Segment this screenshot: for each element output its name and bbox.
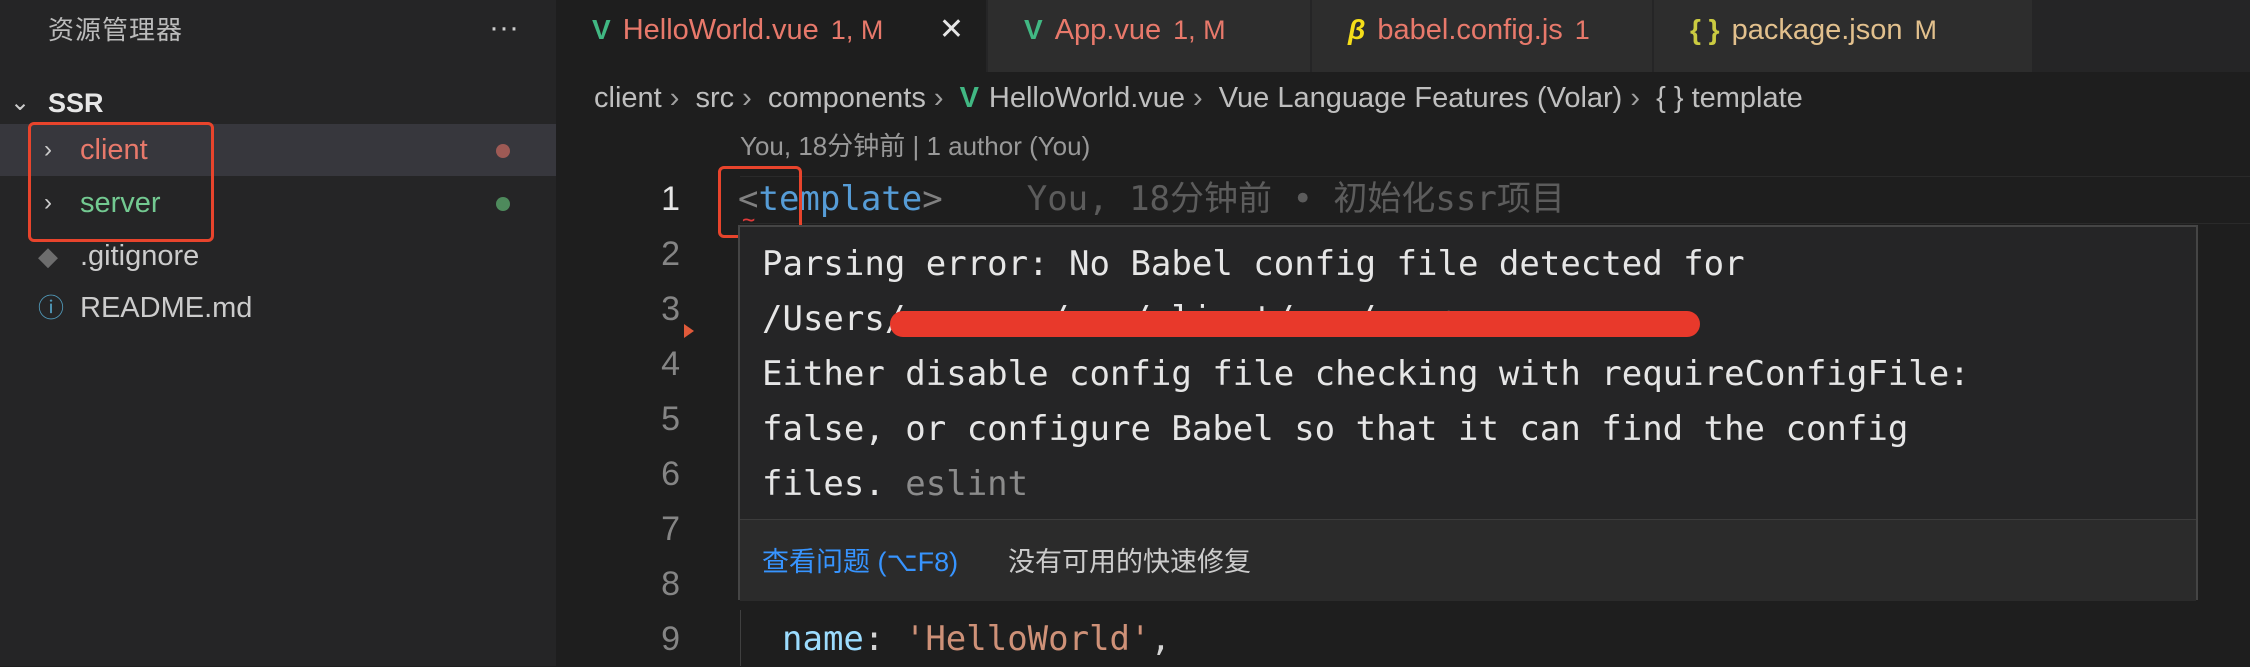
error-message-line: files.: [762, 464, 906, 504]
tab-status: 1, M: [1173, 15, 1226, 45]
redaction-mark: [890, 311, 1700, 337]
line-number: 1: [661, 180, 680, 218]
tab-label: App.vue: [1054, 14, 1162, 46]
inline-blame: You, 18分钟前 • 初始化ssr项目: [1026, 179, 1565, 219]
root-folder-label: SSR: [48, 88, 104, 118]
breadcrumb-item[interactable]: src: [695, 82, 734, 114]
tab-helloworld-vue[interactable]: V HelloWorld.vue 1, M ✕: [556, 0, 986, 72]
tree-item-label: README.md: [80, 292, 253, 324]
explorer-title: 资源管理器: [48, 15, 184, 45]
code-token: 'HelloWorld': [904, 619, 1151, 659]
close-icon[interactable]: ✕: [939, 0, 964, 60]
line-number: 9: [661, 620, 680, 658]
error-message: Parsing error: No Babel config file dete…: [762, 237, 2192, 512]
line-number: 5: [661, 400, 680, 438]
error-source: eslint: [905, 464, 1029, 504]
error-message-line: false, or configure Babel so that it can…: [762, 409, 1909, 449]
error-message-line: Either disable config file checking with…: [762, 354, 1970, 394]
json-file-icon: { }: [1690, 14, 1720, 45]
tab-label: package.json: [1731, 14, 1903, 46]
chevron-right-icon: ›: [1630, 82, 1641, 114]
tab-status: 1: [1574, 15, 1590, 45]
tree-item-label: client: [80, 134, 148, 166]
more-actions-icon[interactable]: ···: [484, 8, 524, 48]
error-message-line: Parsing error: No Babel config file dete…: [762, 244, 1745, 284]
tab-package-json[interactable]: { } package.json M: [1654, 0, 2032, 72]
tab-label: HelloWorld.vue: [622, 14, 819, 46]
view-problem-link[interactable]: 查看问题 (⌥F8): [762, 540, 958, 579]
tab-status: M: [1914, 15, 1937, 45]
breadcrumb-item[interactable]: client: [594, 82, 662, 114]
vue-file-icon: V: [1024, 14, 1043, 45]
babel-file-icon: β: [1348, 14, 1366, 45]
code-line-1[interactable]: <template> You, 18分钟前 • 初始化ssr项目: [738, 172, 1565, 227]
added-dot-icon: [496, 197, 510, 211]
code-token: >: [922, 179, 943, 219]
code-token: name: [782, 619, 864, 659]
breadcrumb-item[interactable]: { } template: [1656, 82, 1803, 114]
line-number: 3: [661, 290, 680, 328]
line-number: 6: [661, 455, 680, 493]
line-number: 7: [661, 510, 680, 548]
tree-item-server[interactable]: › server: [0, 177, 556, 229]
git-file-icon: ◆: [38, 241, 58, 271]
breadcrumb: client › src › components › V HelloWorld.vue…: [594, 76, 1803, 120]
tab-status: 1, M: [830, 15, 884, 45]
modified-dot-icon: [496, 144, 510, 158]
tree-item-gitignore[interactable]: ◆ .gitignore: [0, 230, 556, 282]
codelens-blame[interactable]: You, 18分钟前 | 1 author (You): [740, 128, 1090, 164]
root-folder-ssr[interactable]: ⌄ SSR: [0, 78, 556, 128]
indent-guide: [740, 610, 741, 666]
code-line-9[interactable]: name: 'HelloWorld',: [782, 612, 1171, 667]
line-number: 2: [661, 235, 680, 273]
chevron-right-icon: ›: [669, 82, 680, 114]
line-number: 8: [661, 565, 680, 603]
vue-file-icon: V: [959, 82, 979, 114]
tab-label: babel.config.js: [1377, 14, 1563, 46]
editor-tab-bar: V HelloWorld.vue 1, M ✕ V App.vue 1, M β babe…: [556, 0, 2250, 72]
breadcrumb-item[interactable]: Vue Language Features (Volar): [1219, 82, 1623, 114]
vue-file-icon: V: [592, 14, 611, 45]
tree-item-label: server: [80, 187, 161, 219]
tree-item-client[interactable]: › client: [0, 124, 556, 176]
chevron-right-icon: ›: [44, 136, 52, 163]
tab-babel-config[interactable]: β babel.config.js 1: [1312, 0, 1652, 72]
chevron-down-icon: ⌄: [10, 89, 31, 116]
tree-item-readme[interactable]: ⓘ README.md: [0, 282, 556, 334]
chevron-right-icon: ›: [44, 189, 52, 216]
error-glyph-icon[interactable]: [684, 324, 694, 338]
tab-app-vue[interactable]: V App.vue 1, M: [988, 0, 1310, 72]
info-icon: ⓘ: [38, 293, 65, 323]
breadcrumb-item[interactable]: components: [768, 82, 926, 114]
code-token: ,: [1150, 619, 1171, 659]
explorer-sidebar: 资源管理器 ··· ⌄ SSR › client › server ◆ .git…: [0, 0, 556, 666]
error-hover-widget: Parsing error: No Babel config file dete…: [738, 225, 2198, 601]
tree-item-label: .gitignore: [80, 240, 200, 272]
code-token: :: [863, 619, 905, 659]
line-number: 4: [661, 345, 680, 383]
code-token: template: [758, 179, 923, 219]
hover-status-bar: 查看问题 (⌥F8) 没有可用的快速修复: [740, 519, 2196, 601]
breadcrumb-item[interactable]: HelloWorld.vue: [989, 82, 1185, 114]
chevron-right-icon: ›: [742, 82, 752, 114]
no-quick-fix-label: 没有可用的快速修复: [1008, 547, 1251, 577]
chevron-right-icon: ›: [1193, 82, 1203, 114]
chevron-right-icon: ›: [933, 82, 944, 114]
